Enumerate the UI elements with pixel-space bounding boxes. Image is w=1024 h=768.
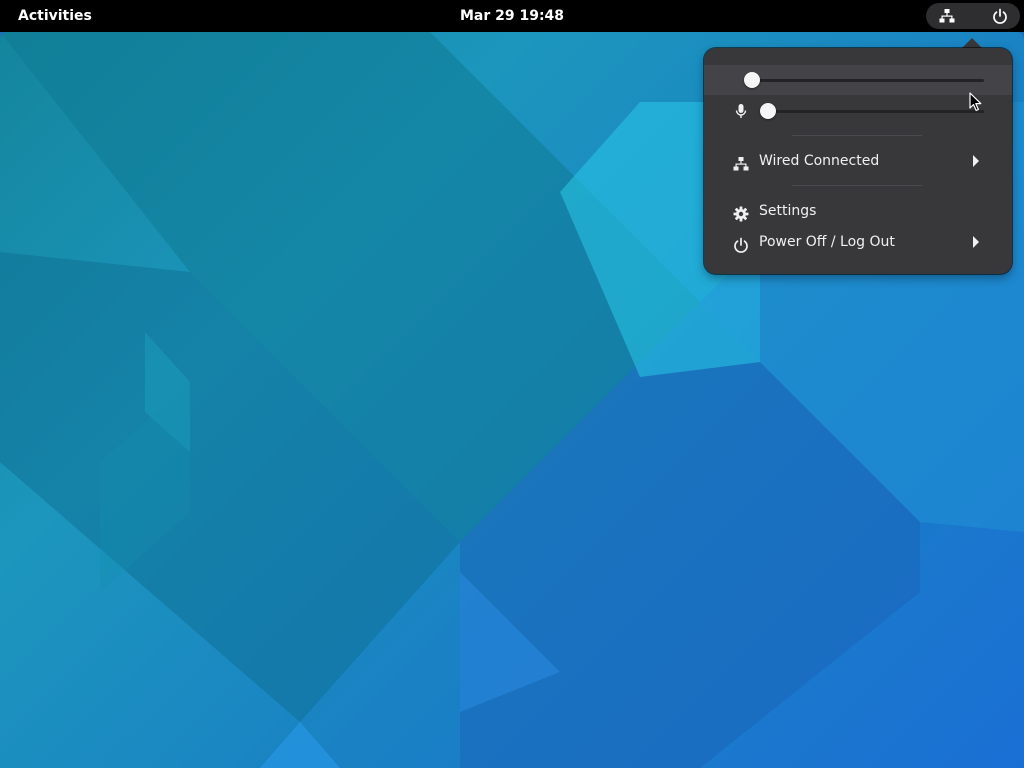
top-panel: Activities Mar 29 19:48: [0, 0, 1024, 32]
power-icon: [733, 234, 749, 264]
microphone-slider-handle[interactable]: [760, 103, 776, 119]
menu-separator: [792, 185, 922, 186]
submenu-arrow-icon: [973, 155, 979, 167]
menu-item-power-off-log-out[interactable]: Power Off / Log Out: [704, 227, 1012, 257]
microphone-slider-track[interactable]: [766, 110, 984, 113]
volume-slider-handle[interactable]: [744, 72, 760, 88]
menu-item-label: Wired Connected: [759, 153, 880, 169]
menu-item-wired-connection[interactable]: Wired Connected: [704, 146, 1012, 176]
volume-slider-track[interactable]: [750, 79, 984, 82]
menu-item-label: Settings: [759, 203, 817, 219]
system-menu: Wired Connected Settings Power Off / Log…: [704, 48, 1012, 274]
activities-button[interactable]: Activities: [18, 0, 92, 32]
submenu-arrow-icon: [973, 236, 979, 248]
mouse-pointer-icon: [969, 92, 983, 116]
network-wired-icon: [733, 153, 749, 183]
network-wired-icon: [939, 8, 955, 28]
microphone-icon: [734, 103, 748, 123]
volume-slider-row: [704, 65, 1012, 95]
microphone-slider-row: [704, 96, 1012, 126]
menu-separator: [792, 135, 922, 136]
system-status-area[interactable]: [926, 3, 1020, 29]
date-time-clock[interactable]: Mar 29 19:48: [460, 8, 564, 24]
menu-item-settings[interactable]: Settings: [704, 196, 1012, 226]
power-icon: [992, 8, 1008, 28]
menu-item-label: Power Off / Log Out: [759, 234, 895, 250]
